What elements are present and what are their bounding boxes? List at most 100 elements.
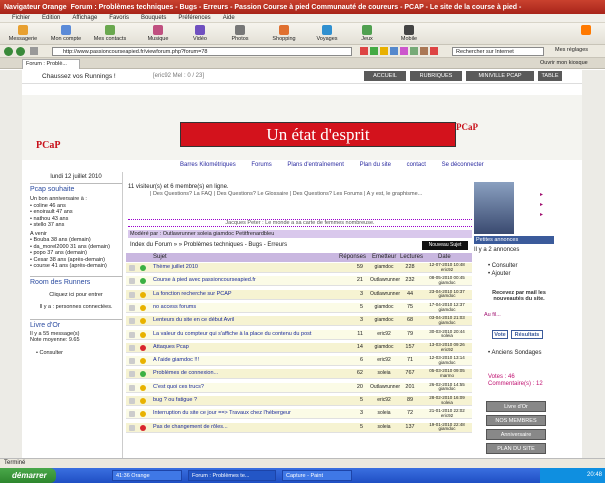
back-icon[interactable] — [4, 47, 13, 56]
nav-barres[interactable]: Barres Kilométriques — [180, 162, 236, 168]
reload-icon[interactable] — [30, 47, 38, 55]
topic-author[interactable]: Outlawrunner — [370, 291, 400, 297]
menu-aide[interactable]: Aide — [223, 15, 235, 21]
table-row[interactable]: no access forums 5 giamdoc 75 17-04-2010 12:… — [126, 302, 472, 313]
nav-plan-site[interactable]: Plan du site — [360, 162, 391, 168]
right-link[interactable]: ▸ — [540, 190, 543, 200]
annonces-consulter[interactable]: • Consulter — [488, 263, 517, 269]
topic-author[interactable]: soleia — [370, 410, 398, 416]
nav-plans[interactable]: Plans d'entraînement — [287, 162, 344, 168]
task-forum[interactable]: Forum : Problèmes te... — [188, 470, 276, 481]
web-search-input[interactable]: Rechercher sur Internet — [452, 47, 544, 56]
table-row[interactable]: bug ? ou fatigue ? 5 eric92 89 28-02-2010 16… — [126, 395, 472, 406]
table-row[interactable]: La valeur du compteur qui s'affiche à la… — [126, 329, 472, 340]
menu-affichage[interactable]: Affichage — [72, 15, 97, 21]
toolbar-musique[interactable]: Musique — [143, 25, 173, 43]
topic-subject[interactable]: C'est quoi ces trucs? — [153, 384, 204, 390]
topic-subject[interactable]: bug ? ou fatigue ? — [153, 397, 197, 403]
topic-subject[interactable]: Interruption du site ce jour ==> Travaux… — [153, 410, 291, 416]
topic-subject[interactable]: Pas de changement de rôles... — [153, 424, 228, 430]
table-row[interactable]: Course à pied avec passioncourseapied.fr… — [126, 275, 472, 287]
menu-favoris[interactable]: Favoris — [109, 15, 129, 21]
topic-author[interactable]: eric92 — [370, 331, 398, 337]
annonces-ajouter[interactable]: • Ajouter — [488, 271, 510, 277]
menu-preferences[interactable]: Préférences — [178, 15, 210, 21]
topnav-table[interactable]: TABLE D'OR — [538, 71, 562, 81]
topic-subject[interactable]: Problèmes de connexion... — [153, 370, 218, 376]
url-input[interactable]: http://www.passioncourseapied.fr/viewfor… — [52, 47, 352, 56]
table-row[interactable]: Thème juillet 2010 59 giamdoc 228 12-07-2010… — [126, 262, 472, 273]
new-topic-button[interactable]: Nouveau Sujet — [422, 241, 468, 250]
block-icon[interactable] — [430, 47, 438, 55]
nav-forums[interactable]: Forums — [251, 162, 271, 168]
topic-subject[interactable]: A l'aide giamdoc !!! — [153, 357, 199, 363]
forward-icon[interactable] — [16, 47, 25, 56]
topic-subject[interactable]: Course à pied avec passioncourseapied.fr — [153, 277, 256, 283]
col-sujet[interactable]: Sujet — [153, 254, 167, 260]
favorites-icon[interactable] — [380, 47, 388, 55]
user-status[interactable]: [eric92 Mel : 0 / 23] — [153, 73, 204, 79]
results-button[interactable]: Résultats — [511, 330, 543, 339]
anniv-item[interactable]: • stello 37 ans — [30, 222, 122, 229]
kiosk-link[interactable]: Ouvrir mon kiosque — [540, 60, 588, 66]
table-row[interactable]: C'est quoi ces trucs? 20 Outlawrunner 201 26… — [126, 382, 472, 393]
toolbar-mobile[interactable]: Mobile — [396, 25, 422, 43]
table-row[interactable]: La fonction recherche sur PCAP 3 Outlawrun… — [126, 289, 472, 300]
browser-tab[interactable]: Forum : Problè... — [22, 59, 80, 69]
col-date[interactable]: Date — [438, 254, 451, 260]
comments-count[interactable]: Commentaire(s) : 12 — [488, 381, 543, 387]
toolbar-shopping[interactable]: Shopping — [268, 25, 300, 43]
runners-enter-link[interactable]: Cliquez ici pour entrer — [30, 292, 122, 299]
topic-author[interactable]: giamdoc — [370, 317, 398, 323]
task-orange[interactable]: 41:36 Orange — [112, 470, 182, 481]
col-lectures[interactable]: Lectures — [400, 254, 423, 260]
topnav-rubriques[interactable]: RUBRIQUES — [410, 71, 462, 81]
col-reponses[interactable]: Réponses — [339, 254, 366, 260]
topic-subject[interactable]: no access forums — [153, 304, 196, 310]
toolbar-messagerie[interactable]: Messagerie — [6, 25, 40, 43]
topic-author[interactable]: soleia — [370, 370, 398, 376]
right-link[interactable]: ▸ — [540, 200, 543, 210]
faq-links[interactable]: | Des Questions? La FAQ | Des Questions?… — [150, 191, 422, 197]
topic-author[interactable]: Outlawrunner — [370, 384, 400, 390]
birthday-button[interactable]: Anniversaire — [486, 429, 546, 440]
mail-promo[interactable]: Recevez par mail les nouveautés du site. — [486, 290, 552, 302]
col-emetteur[interactable]: Emetteur — [372, 254, 396, 260]
topic-subject[interactable]: La fonction recherche sur PCAP — [153, 291, 232, 297]
table-row[interactable]: Interruption du site ce jour ==> Travaux… — [126, 408, 472, 420]
table-row[interactable]: Attaques Pcap 14 giamdoc 157 13-03-2010 09:2… — [126, 342, 472, 353]
members-button[interactable]: NOS MEMBRES — [486, 415, 546, 426]
toolbar-jeux[interactable]: Jeux — [356, 25, 378, 43]
settings-link[interactable]: Mes réglages — [555, 47, 588, 53]
zoom-icon[interactable] — [410, 47, 418, 55]
topic-author[interactable]: giamdoc — [370, 344, 398, 350]
toolbar-video[interactable]: Vidéo — [188, 25, 212, 43]
table-row[interactable]: Problèmes de connexion... 62 soleia 767 05-0… — [126, 369, 472, 380]
topic-subject[interactable]: La valeur du compteur qui s'affiche à la… — [153, 331, 311, 337]
vote-button[interactable]: Vote — [492, 330, 508, 339]
menu-edition[interactable]: Edition — [42, 15, 60, 21]
au-fil[interactable]: Au fil... — [484, 312, 501, 318]
sitemap-button[interactable]: PLAN DU SITE — [486, 443, 546, 454]
menu-bouquets[interactable]: Bouquets — [141, 15, 166, 21]
livre-consulter-link[interactable]: • Consulter — [30, 350, 122, 357]
table-row[interactable]: Pas de changement de rôles... 5 soleia 137 1… — [126, 422, 472, 433]
history-icon[interactable] — [390, 47, 398, 55]
topnav-miniville[interactable]: MINIVILLE PCAP — [466, 71, 534, 81]
topic-subject[interactable]: Lenteurs du site en ce début Avril — [153, 317, 234, 323]
topic-subject[interactable]: Thème juillet 2010 — [153, 264, 198, 270]
menu-fichier[interactable]: Fichier — [12, 15, 30, 21]
nav-deconnecter[interactable]: Se déconnecter — [442, 162, 484, 168]
livre-dor-button[interactable]: Livre d'Or — [486, 401, 546, 412]
task-paint[interactable]: Capture - Paint — [282, 470, 352, 481]
stop-icon[interactable] — [360, 47, 368, 55]
table-row[interactable]: A l'aide giamdoc !!! 6 eric92 71 12-03-2010 … — [126, 355, 472, 367]
topic-author[interactable]: eric92 — [370, 357, 398, 363]
home-icon[interactable] — [370, 47, 378, 55]
topic-subject[interactable]: Attaques Pcap — [153, 344, 189, 350]
table-row[interactable]: Lenteurs du site en ce début Avril 3 giamd… — [126, 315, 472, 327]
topic-author[interactable]: giamdoc — [370, 304, 398, 310]
topnav-accueil[interactable]: ACCUEIL — [364, 71, 406, 81]
avenir-item[interactable]: • course 41 ans (après-demain) — [30, 263, 122, 270]
toolbar-voyages[interactable]: Voyages — [312, 25, 342, 43]
